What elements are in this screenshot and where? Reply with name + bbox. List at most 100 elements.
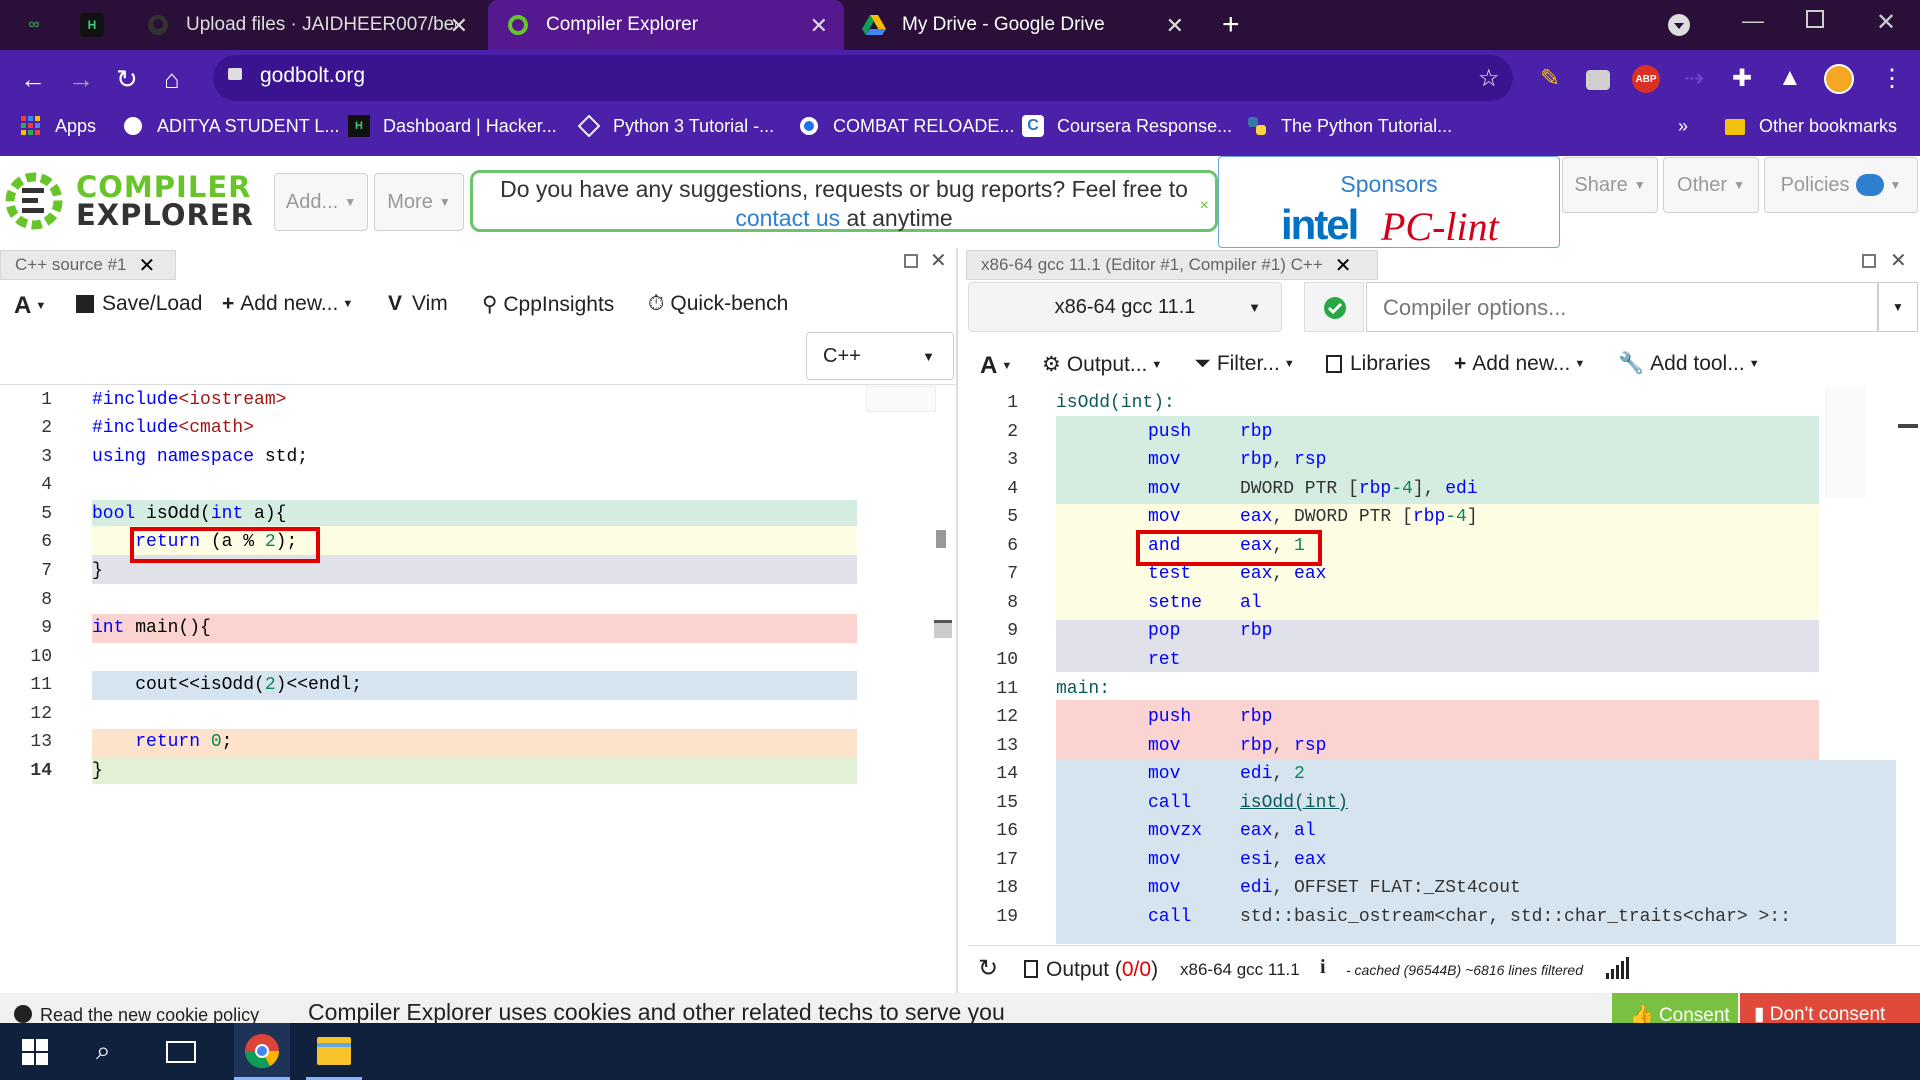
inactive-extension-icon[interactable]: ⇢: [1684, 64, 1704, 93]
language-select[interactable]: C++ ▼: [806, 332, 954, 380]
filter-button[interactable]: ⏷ Filter... ▼: [1194, 352, 1295, 376]
consent-button[interactable]: 👍 Consent: [1612, 993, 1738, 1023]
banner-close-icon[interactable]: ×: [1200, 191, 1209, 220]
maximize-pane-icon[interactable]: [1862, 254, 1876, 268]
search-icon[interactable]: ⌕: [96, 1035, 111, 1067]
close-tab-icon[interactable]: ✕: [1166, 13, 1184, 39]
vim-button[interactable]: V Vim: [388, 292, 448, 316]
camera-extension-icon[interactable]: [1586, 70, 1610, 90]
close-icon[interactable]: ✕: [139, 253, 156, 278]
editor-minimap[interactable]: [866, 386, 936, 412]
asm-opcode[interactable]: push: [1148, 422, 1191, 442]
minimize-button[interactable]: —: [1742, 8, 1764, 34]
cookie-policy-link[interactable]: Read the new cookie policy: [40, 1005, 259, 1023]
code-line[interactable]: #include<iostream>: [92, 390, 286, 410]
share-button[interactable]: Share ▼: [1562, 157, 1658, 213]
compiler-options-dropdown[interactable]: ▼: [1878, 282, 1918, 332]
asm-opcode[interactable]: push: [1148, 707, 1191, 727]
adblock-plus-icon[interactable]: ABP: [1632, 65, 1660, 93]
bookmark-coursera[interactable]: C Coursera Response...: [1022, 112, 1232, 140]
tab-compiler-explorer[interactable]: Compiler Explorer ✕: [488, 0, 844, 50]
other-button[interactable]: Other ▼: [1663, 157, 1759, 213]
pinned-tab-gfg[interactable]: ∞: [22, 0, 62, 50]
code-line[interactable]: return 0;: [92, 732, 232, 752]
maximize-pane-icon[interactable]: [904, 254, 918, 268]
close-pane-icon[interactable]: ✕: [1890, 248, 1907, 273]
save-load-button[interactable]: Save/Load: [76, 292, 202, 316]
code-line[interactable]: bool isOdd(int a){: [92, 504, 286, 524]
asm-operands[interactable]: eax, eax: [1240, 564, 1326, 584]
asm-operands[interactable]: edi, 2: [1240, 764, 1305, 784]
code-line[interactable]: int main(){: [92, 618, 211, 638]
close-icon[interactable]: ✕: [1335, 253, 1352, 278]
bookmark-combat[interactable]: COMBAT RELOADE...: [798, 112, 1014, 140]
asm-operands[interactable]: rbp: [1240, 707, 1272, 727]
libraries-button[interactable]: Libraries: [1326, 352, 1431, 376]
asm-opcode[interactable]: mov: [1148, 736, 1180, 756]
compiler-select[interactable]: x86-64 gcc 11.1 ▼: [968, 282, 1282, 332]
asm-opcode[interactable]: mov: [1148, 450, 1180, 470]
output-link[interactable]: Output (0/0): [1046, 958, 1158, 982]
code-line[interactable]: }: [92, 561, 103, 581]
add-new-button[interactable]: + Add new... ▼: [222, 292, 353, 316]
task-view-icon[interactable]: [166, 1041, 196, 1063]
close-tab-icon[interactable]: ✕: [810, 13, 828, 39]
code-line[interactable]: #include<cmath>: [92, 418, 254, 438]
code-line[interactable]: using namespace std;: [92, 447, 308, 467]
asm-opcode[interactable]: pop: [1148, 621, 1180, 641]
info-icon[interactable]: i: [1320, 956, 1326, 979]
new-tab-button[interactable]: +: [1222, 0, 1258, 50]
asm-operands[interactable]: al: [1240, 593, 1262, 613]
add-menu-button[interactable]: Add... ▼: [274, 173, 368, 231]
asm-operands[interactable]: esi, eax: [1240, 850, 1326, 870]
asm-operands[interactable]: rbp, rsp: [1240, 450, 1326, 470]
asm-operands[interactable]: isOdd(int): [1240, 793, 1348, 813]
font-size-button[interactable]: A ▼: [14, 292, 46, 320]
close-pane-icon[interactable]: ✕: [930, 248, 947, 273]
asm-opcode[interactable]: setne: [1148, 593, 1202, 613]
bookmark-hackerrank[interactable]: H Dashboard | Hacker...: [348, 112, 557, 140]
reload-button[interactable]: ↻: [116, 64, 138, 95]
bookmark-aditya[interactable]: ADITYA STUDENT L...: [122, 112, 339, 140]
home-button[interactable]: ⌂: [164, 64, 180, 95]
close-tab-icon[interactable]: ✕: [450, 13, 468, 39]
other-bookmarks-folder[interactable]: Other bookmarks: [1724, 112, 1897, 140]
quick-bench-button[interactable]: ⏱ Quick-bench: [648, 292, 788, 316]
add-tool-button[interactable]: 🔧 Add tool... ▼: [1618, 352, 1760, 376]
asm-operands[interactable]: DWORD PTR [rbp-4], edi: [1240, 479, 1478, 499]
policies-button[interactable]: Policies ▼: [1764, 157, 1918, 213]
asm-operands[interactable]: rbp: [1240, 422, 1272, 442]
code-line[interactable]: }: [92, 761, 103, 781]
url-text[interactable]: godbolt.org: [260, 64, 365, 88]
asm-label[interactable]: main:: [1056, 679, 1110, 699]
bookmark-python-tutorial[interactable]: The Python Tutorial...: [1246, 112, 1452, 140]
asm-opcode[interactable]: ret: [1148, 650, 1180, 670]
editor-scrollbar-thumb[interactable]: [936, 530, 946, 548]
asm-opcode[interactable]: mov: [1148, 507, 1180, 527]
asm-opcode[interactable]: test: [1148, 564, 1191, 584]
bookmark-python3-tutorial[interactable]: Python 3 Tutorial -...: [578, 112, 774, 140]
restore-button[interactable]: [1806, 10, 1824, 28]
more-menu-button[interactable]: More ▼: [374, 173, 464, 231]
asm-opcode[interactable]: mov: [1148, 764, 1180, 784]
compiler-tab[interactable]: x86-64 gcc 11.1 (Editor #1, Compiler #1)…: [966, 250, 1378, 280]
add-new-pane-button[interactable]: + Add new... ▼: [1454, 352, 1585, 376]
asm-opcode[interactable]: call: [1148, 793, 1191, 813]
asm-operands[interactable]: eax, DWORD PTR [rbp-4]: [1240, 507, 1478, 527]
dont-consent-button[interactable]: ▮ Don't consent: [1740, 993, 1920, 1023]
asm-minimap[interactable]: [1826, 388, 1866, 498]
compiler-options-input[interactable]: Compiler options...: [1366, 282, 1878, 332]
compiler-explorer-logo-icon[interactable]: [4, 166, 64, 236]
close-window-button[interactable]: ✕: [1876, 8, 1896, 37]
forward-button[interactable]: →: [68, 64, 94, 95]
chrome-taskbar-button[interactable]: [234, 1023, 290, 1080]
tab-search-button[interactable]: [1668, 14, 1690, 36]
lab-flask-icon[interactable]: ▲: [1778, 64, 1802, 92]
output-options-button[interactable]: ⚙ Output... ▼: [1042, 352, 1162, 377]
sponsor-box[interactable]: Sponsors intel PC-lint: [1218, 156, 1560, 249]
asm-operands[interactable]: rbp, rsp: [1240, 736, 1326, 756]
tab-google-drive[interactable]: My Drive - Google Drive ✕: [848, 0, 1200, 50]
asm-operands[interactable]: eax, al: [1240, 821, 1316, 841]
bookmarks-overflow-button[interactable]: »: [1678, 112, 1688, 140]
asm-operands[interactable]: edi, OFFSET FLAT:_ZSt4cout: [1240, 878, 1521, 898]
